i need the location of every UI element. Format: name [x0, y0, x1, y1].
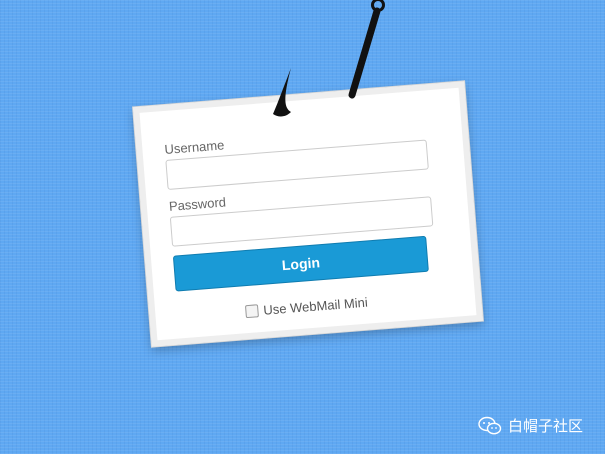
webmail-mini-checkbox[interactable] [244, 304, 259, 319]
username-label: Username [163, 137, 225, 158]
login-card: Username Password Login Use WebMail Mini [133, 81, 483, 347]
webmail-mini-label: Use WebMail Mini [262, 294, 369, 318]
password-label: Password [168, 194, 227, 214]
login-button[interactable]: Login [172, 235, 429, 292]
wechat-icon [478, 416, 502, 434]
watermark: 白帽子社区 [478, 415, 583, 436]
watermark-text: 白帽子社区 [507, 418, 583, 435]
hook-shank-icon [348, 7, 381, 99]
hook-eye-icon [371, 0, 385, 12]
webmail-mini-option[interactable]: Use WebMail Mini [244, 294, 369, 320]
